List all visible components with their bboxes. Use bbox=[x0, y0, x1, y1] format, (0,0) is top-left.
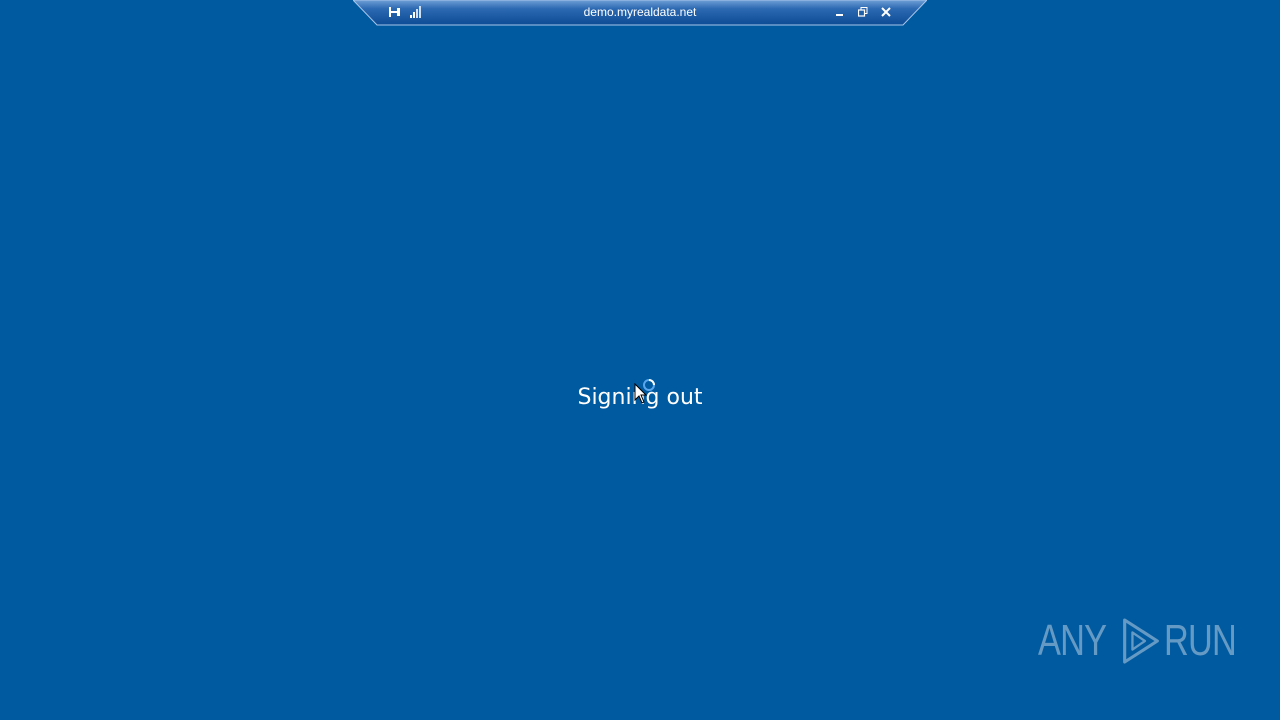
play-logo-icon bbox=[1123, 618, 1159, 664]
mouse-cursor-icon bbox=[634, 383, 648, 404]
close-icon bbox=[881, 7, 891, 17]
minimize-button[interactable] bbox=[830, 3, 850, 21]
remote-desktop-screen: demo.myrealdata.net Signing out ANY RUN bbox=[0, 0, 1280, 720]
restore-button[interactable] bbox=[853, 3, 873, 21]
close-button[interactable] bbox=[876, 3, 896, 21]
minimize-icon bbox=[836, 14, 843, 16]
watermark-text-any: ANY bbox=[1038, 616, 1107, 665]
anyrun-watermark: ANY RUN bbox=[1038, 608, 1237, 674]
rdp-connection-bar: demo.myrealdata.net bbox=[353, 0, 927, 26]
watermark-text-run: RUN bbox=[1164, 616, 1237, 665]
restore-icon bbox=[858, 7, 868, 17]
